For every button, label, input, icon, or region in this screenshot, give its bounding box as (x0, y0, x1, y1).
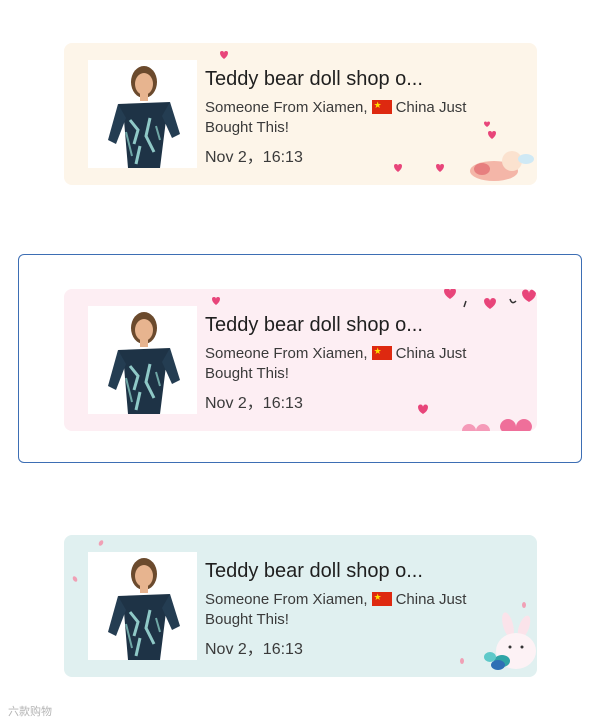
location-text: Someone From Xiamen, (205, 591, 368, 608)
china-flag-icon (371, 98, 392, 114)
product-title: Teddy bear doll shop o... (205, 314, 423, 336)
location-text: Someone From Xiamen, (205, 99, 368, 116)
purchase-time: Nov 2，16:13 (205, 395, 303, 412)
watermark: 六款购物 (8, 706, 52, 718)
product-image (88, 306, 197, 414)
product-title: Teddy bear doll shop o... (205, 560, 423, 582)
purchase-time: Nov 2，16:13 (205, 641, 303, 658)
china-flag-icon (371, 590, 392, 606)
purchase-time: Nov 2，16:13 (205, 149, 303, 166)
purchase-notification-card-cream[interactable]: Teddy bear doll shop o... Someone From X… (64, 43, 537, 185)
purchase-notification-card-mint[interactable]: Teddy bear doll shop o... Someone From X… (64, 535, 537, 677)
location-text: Someone From Xiamen, (205, 345, 368, 362)
purchase-notification-card-pink[interactable]: Teddy bear doll shop o... Someone From X… (64, 289, 537, 431)
purchase-message: Someone From Xiamen,China Just Bought Th… (205, 590, 515, 630)
product-title: Teddy bear doll shop o... (205, 68, 423, 90)
purchase-message: Someone From Xiamen,China Just Bought Th… (205, 344, 515, 384)
purchase-message: Someone From Xiamen,China Just Bought Th… (205, 98, 515, 138)
product-image (88, 552, 197, 660)
china-flag-icon (371, 344, 392, 360)
product-image (88, 60, 197, 168)
